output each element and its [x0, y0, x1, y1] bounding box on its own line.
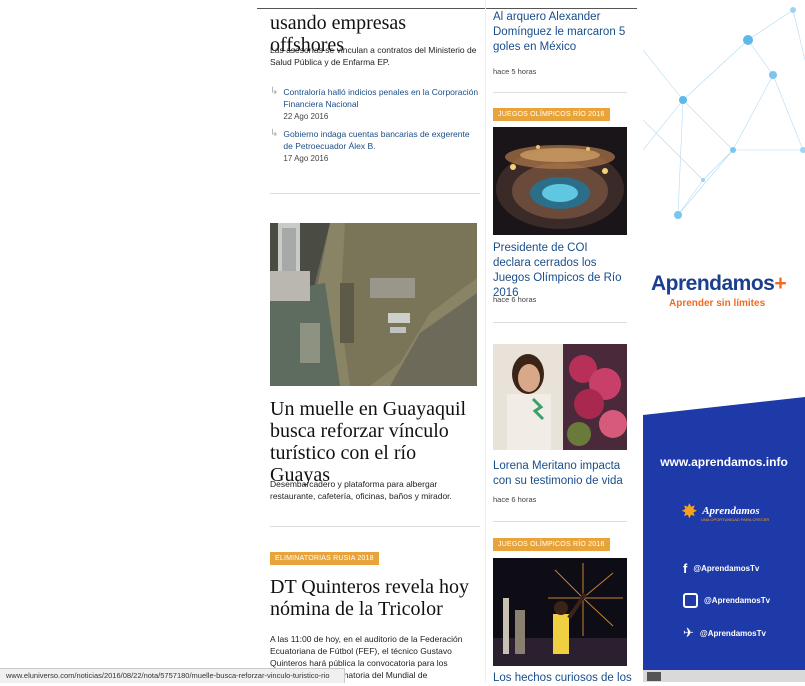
return-arrow-icon: ↳ [270, 128, 279, 139]
related-item[interactable]: ↳ Gobierno indaga cuentas bancarias de e… [270, 128, 480, 163]
related-list: ↳ Contraloría halló indicios penales en … [270, 86, 480, 163]
column-divider [485, 0, 486, 682]
olympics-closing-photo[interactable] [493, 127, 627, 235]
related-link[interactable]: Contraloría halló indicios penales en la… [283, 86, 480, 110]
status-bar-url: www.eluniverso.com/noticias/2016/08/22/n… [0, 668, 345, 683]
muelle-photo[interactable] [270, 223, 477, 386]
article-headline-muelle[interactable]: Un muelle en Guayaquil busca reforzar ví… [270, 398, 480, 486]
separator [270, 193, 480, 194]
article-lead-offshores: Las asesorías se vinculan a contratos de… [270, 45, 477, 67]
ad-blue-panel[interactable]: www.aprendamos.info ✸ Aprendamos UNA OPO… [643, 397, 805, 670]
sidebar-headline[interactable]: Al arquero Alexander Domínguez le marcar… [493, 10, 628, 55]
network-graphic [642, 7, 805, 219]
sidebar-time: hace 5 horas [493, 67, 537, 76]
social-facebook[interactable]: f @AprendamosTv [683, 561, 759, 576]
return-arrow-icon: ↳ [270, 86, 279, 97]
separator [270, 526, 480, 527]
ad-tagline: Aprender sin límites [669, 298, 766, 309]
social-twitter[interactable]: ✈ @AprendamosTv [683, 625, 766, 641]
ad-panel-top [643, 397, 805, 437]
instagram-icon [683, 593, 698, 608]
related-link[interactable]: Gobierno indaga cuentas bancarias de exg… [283, 128, 480, 152]
top-divider [257, 8, 637, 9]
sidebar-time: hace 6 horas [493, 295, 537, 304]
section-tag[interactable]: ELIMINATORIAS RUSIA 2018 [270, 552, 379, 565]
olympics-fireworks-photo[interactable] [493, 558, 627, 666]
separator [493, 521, 627, 522]
facebook-icon: f [683, 561, 688, 576]
sidebar-headline[interactable]: Presidente de COI declara cerrados los J… [493, 241, 628, 301]
separator [493, 92, 627, 93]
section-tag[interactable]: JUEGOS OLÍMPICOS RÍO 2016 [493, 108, 610, 121]
meritano-photo[interactable] [493, 344, 627, 450]
ad-url[interactable]: www.aprendamos.info [643, 455, 805, 469]
ad-brand-logo: Aprendamos+ [651, 272, 787, 295]
sidebar-time: hace 6 horas [493, 495, 537, 504]
twitter-icon: ✈ [683, 625, 694, 640]
sidebar-headline[interactable]: Lorena Meritano impacta con su testimoni… [493, 459, 628, 489]
article-headline-quinteros[interactable]: DT Quinteros revela hoy nómina de la Tri… [270, 576, 480, 620]
related-date: 22 Ago 2016 [283, 112, 329, 121]
social-instagram[interactable]: @AprendamosTv [683, 593, 770, 608]
related-item[interactable]: ↳ Contraloría halló indicios penales en … [270, 86, 480, 121]
article-lead-muelle: Desembarcadero y plataforma para alberga… [270, 479, 452, 501]
star-icon: ✸ [681, 501, 698, 523]
plus-icon: + [774, 272, 787, 295]
separator [493, 322, 627, 323]
ad-footer-thumb [647, 672, 661, 681]
ad-footer [643, 670, 805, 682]
ad-brand2-sub: UNA OPORTUNIDAD PARA CRECER [701, 517, 770, 522]
related-date: 17 Ago 2016 [283, 154, 329, 163]
section-tag[interactable]: JUEGOS OLÍMPICOS RÍO 2016 [493, 538, 610, 551]
sidebar-headline[interactable]: Los hechos curiosos de los [493, 671, 633, 686]
